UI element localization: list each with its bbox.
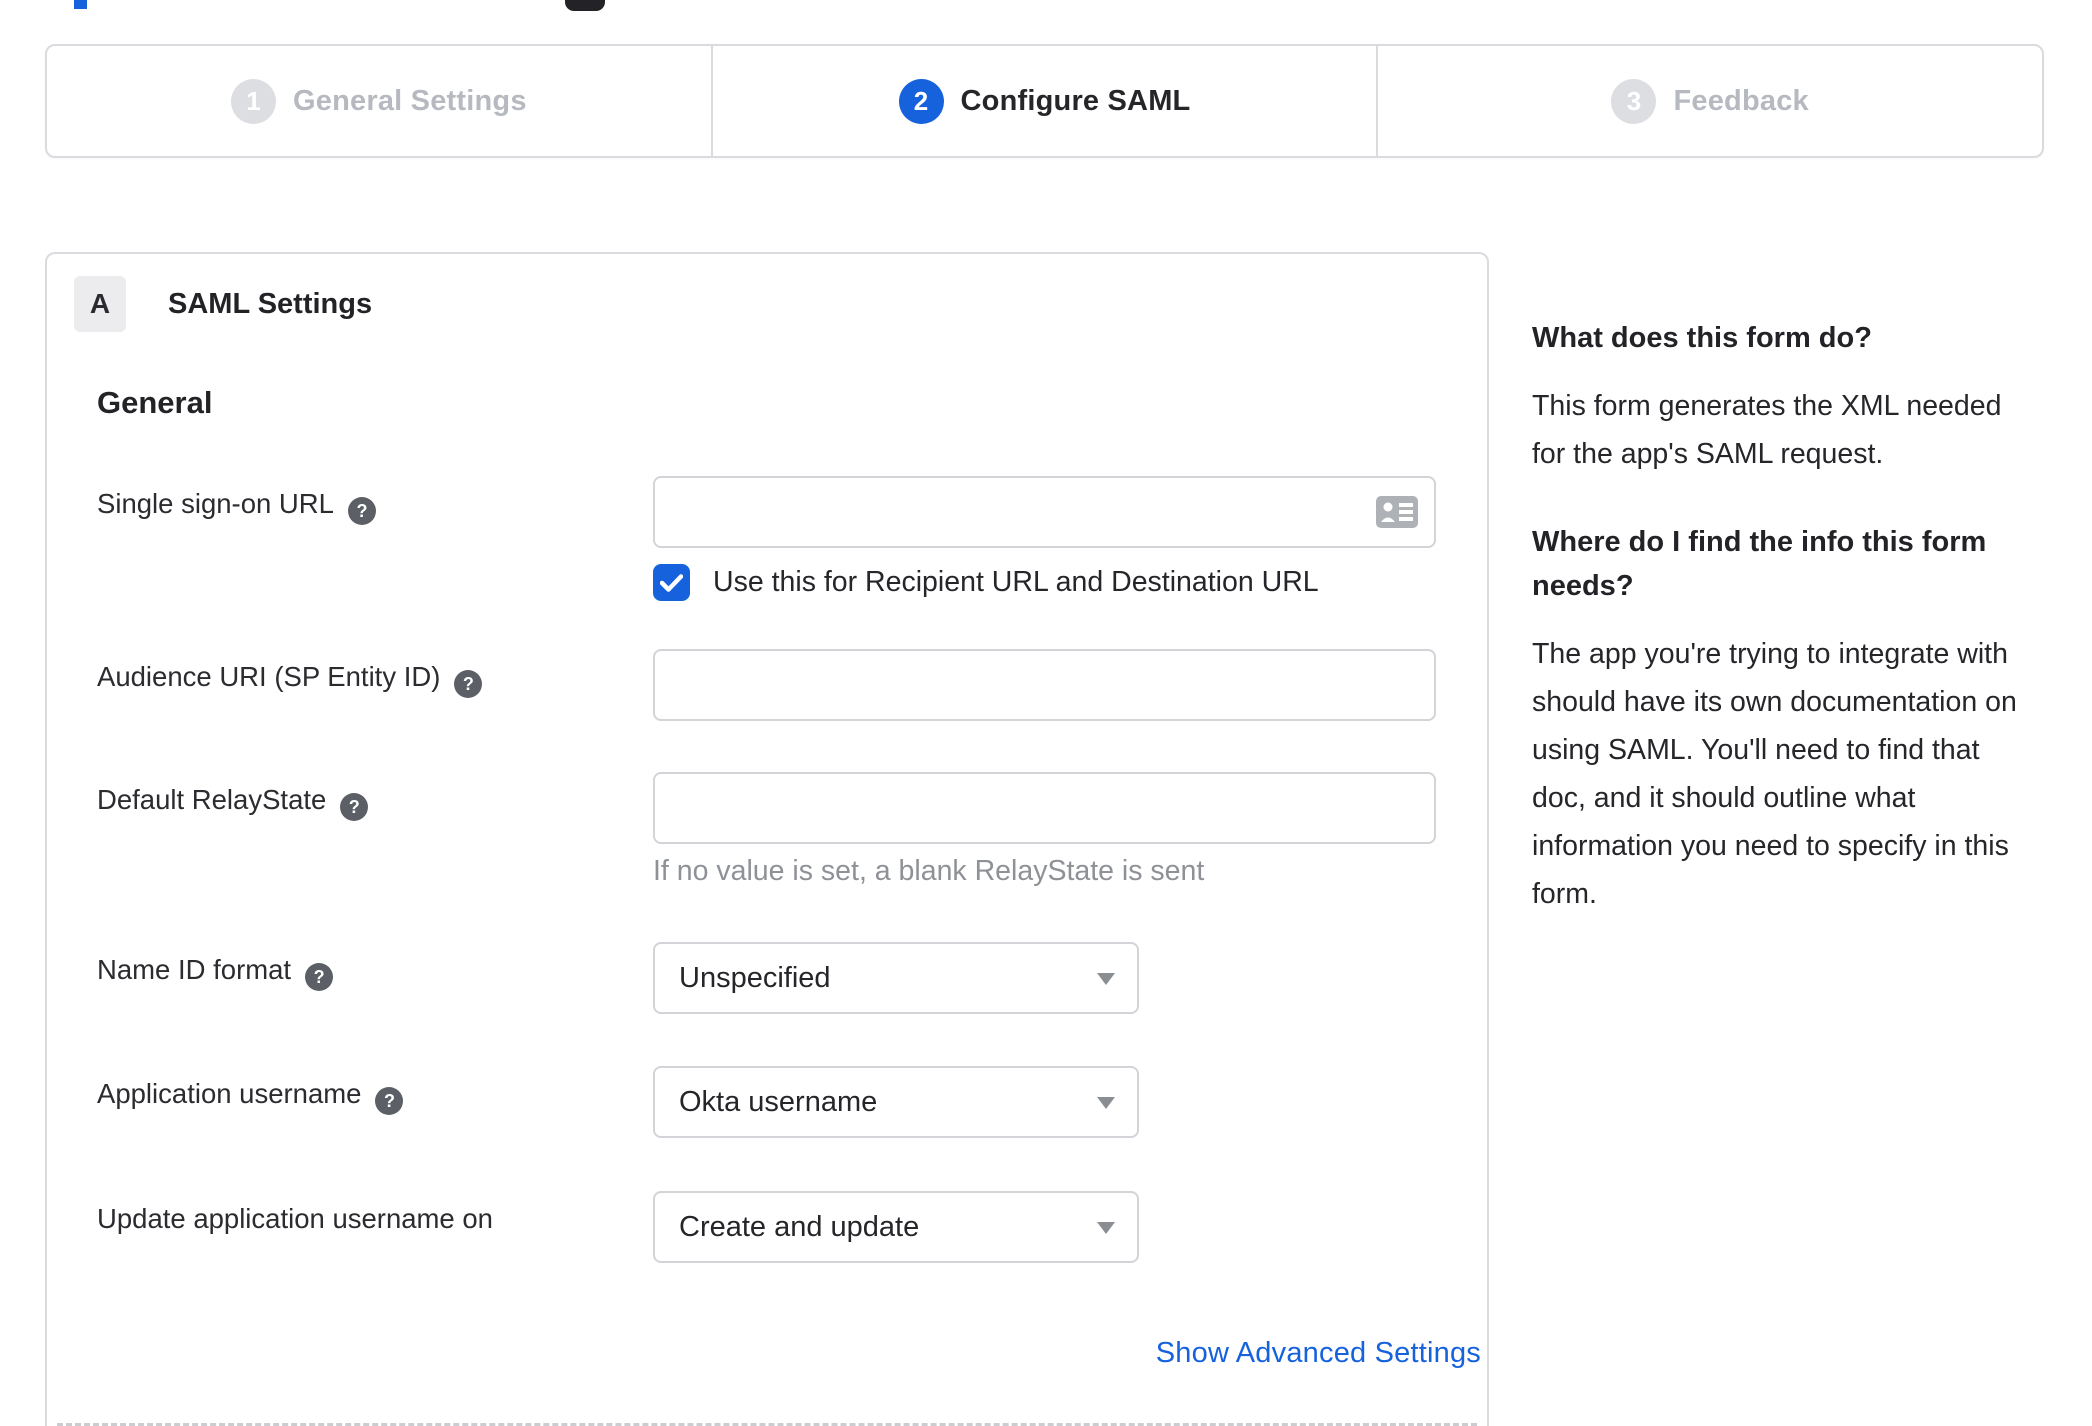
saml-settings-panel: A SAML Settings General Single sign-on U… <box>45 252 1489 1426</box>
chevron-down-icon <box>1097 1222 1115 1234</box>
cutoff-blue-fragment <box>74 0 87 9</box>
field-control-cell: Create and update <box>653 1191 1139 1263</box>
help-icon[interactable]: ? <box>340 793 369 821</box>
field-label-cell: Update application username on <box>97 1191 653 1263</box>
help-icon[interactable]: ? <box>454 670 483 698</box>
recipient-url-checkbox[interactable] <box>653 564 690 601</box>
field-row-audience-uri: Audience URI (SP Entity ID)? <box>47 649 1487 721</box>
step-feedback[interactable]: 3 Feedback <box>1376 46 2042 156</box>
field-control-cell: Unspecified <box>653 942 1139 1014</box>
step-number-badge: 2 <box>898 78 944 124</box>
selected-option: Okta username <box>679 1085 878 1118</box>
field-label: Single sign-on URL <box>97 488 334 519</box>
field-label-cell: Application username? <box>97 1066 653 1138</box>
cutoff-dark-fragment <box>565 0 605 11</box>
checkbox-label: Use this for Recipient URL and Destinati… <box>713 566 1319 598</box>
selected-option: Unspecified <box>679 961 831 994</box>
sso-checkbox-row: Use this for Recipient URL and Destinati… <box>653 564 1436 601</box>
field-label-cell: Name ID format? <box>97 942 653 1014</box>
step-number-badge: 1 <box>231 78 276 124</box>
app-username-select[interactable]: Okta username <box>653 1066 1139 1138</box>
field-row-relaystate: Default RelayState? If no value is set, … <box>47 772 1487 888</box>
step-number-badge: 3 <box>1611 78 1657 124</box>
field-label-cell: Single sign-on URL? <box>97 476 653 601</box>
field-label: Audience URI (SP Entity ID) <box>97 661 441 692</box>
field-label-cell: Audience URI (SP Entity ID)? <box>97 649 653 721</box>
update-username-select[interactable]: Create and update <box>653 1191 1139 1263</box>
field-label: Default RelayState <box>97 784 327 815</box>
field-row-sso-url: Single sign-on URL? Use this for Recipie… <box>47 476 1487 601</box>
wizard-stepper: 1 General Settings 2 Configure SAML 3 Fe… <box>45 44 2044 158</box>
relaystate-hint: If no value is set, a blank RelayState i… <box>653 855 1205 887</box>
field-label: Name ID format <box>97 954 292 985</box>
chevron-down-icon <box>1097 1097 1115 1109</box>
field-row-app-username: Application username? Okta username <box>47 1066 1487 1138</box>
selected-option: Create and update <box>679 1210 920 1243</box>
field-control-cell <box>653 649 1436 721</box>
sidebar-heading-what: What does this form do? <box>1532 322 1872 354</box>
field-control-cell: Use this for Recipient URL and Destinati… <box>653 476 1436 601</box>
field-control-cell: If no value is set, a blank RelayState i… <box>653 772 1436 888</box>
help-icon[interactable]: ? <box>347 497 376 525</box>
step-configure-saml[interactable]: 2 Configure SAML <box>710 46 1377 156</box>
nameid-format-select[interactable]: Unspecified <box>653 942 1139 1014</box>
advanced-settings-row: Show Advanced Settings <box>47 1337 1491 1370</box>
audience-uri-input[interactable] <box>653 649 1436 721</box>
field-row-nameid-format: Name ID format? Unspecified <box>47 942 1487 1014</box>
panel-header: A SAML Settings <box>74 276 1487 332</box>
field-row-update-username: Update application username on Create an… <box>47 1191 1487 1263</box>
field-label: Update application username on <box>97 1203 493 1234</box>
contact-card-icon[interactable] <box>1376 476 1418 548</box>
step-label: General Settings <box>293 84 527 117</box>
field-control-cell: Okta username <box>653 1066 1139 1138</box>
help-icon[interactable]: ? <box>305 963 334 991</box>
help-icon[interactable]: ? <box>375 1087 404 1115</box>
general-section-heading: General <box>97 385 213 420</box>
sidebar-paragraph-where: The app you're trying to integrate with … <box>1532 638 2017 910</box>
section-a-badge: A <box>74 276 126 332</box>
relaystate-input[interactable] <box>653 772 1436 844</box>
sidebar-paragraph-what: This form generates the XML needed for t… <box>1532 390 2002 470</box>
step-general-settings[interactable]: 1 General Settings <box>47 46 711 156</box>
sidebar-heading-where: Where do I find the info this form needs… <box>1532 526 1987 602</box>
show-advanced-settings-link[interactable]: Show Advanced Settings <box>97 1337 1481 1370</box>
step-label: Feedback <box>1673 84 1809 117</box>
field-label-cell: Default RelayState? <box>97 772 653 888</box>
step-label: Configure SAML <box>960 84 1191 117</box>
chevron-down-icon <box>1097 973 1115 985</box>
field-label: Application username <box>97 1078 362 1109</box>
help-sidebar: What does this form do? This form genera… <box>1532 316 2037 960</box>
panel-title: SAML Settings <box>168 287 373 320</box>
sso-url-input[interactable] <box>653 476 1436 548</box>
